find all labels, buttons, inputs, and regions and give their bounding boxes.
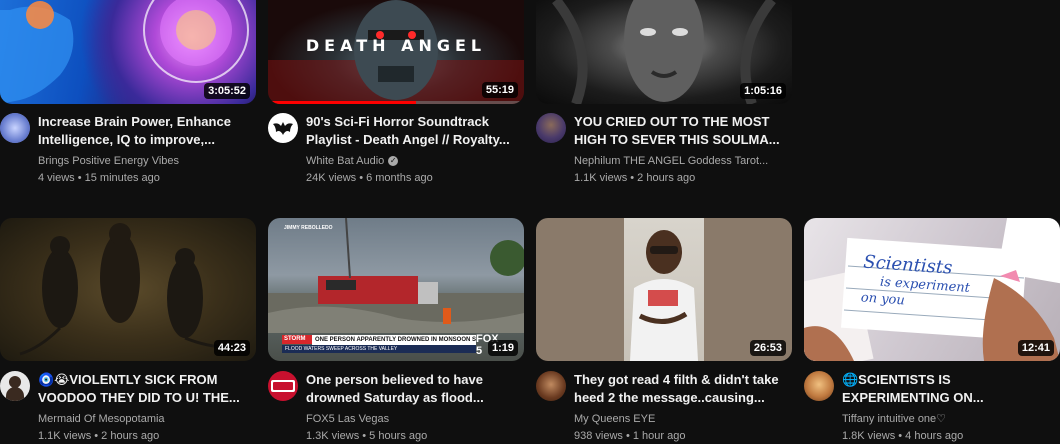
video-stats: 938 views • 1 hour ago: [574, 430, 686, 442]
video-duration: 12:41: [1017, 340, 1054, 356]
channel-avatar[interactable]: [536, 371, 566, 401]
video-thumbnail[interactable]: Scientists is experiment on you 12:41: [804, 218, 1060, 361]
channel-avatar[interactable]: [536, 113, 566, 143]
video-thumbnail[interactable]: 3:05:52: [0, 0, 256, 104]
channel-avatar[interactable]: [804, 371, 834, 401]
video-stats: 1.1K views • 2 hours ago: [38, 430, 160, 442]
video-title[interactable]: YOU CRIED OUT TO THE MOST HIGH TO SEVER …: [574, 113, 784, 149]
channel-avatar[interactable]: [268, 113, 298, 143]
news-lower-third: STORM ONE PERSON APPARENTLY DROWNED IN M…: [282, 333, 520, 357]
video-stats: 24K views • 6 months ago: [306, 172, 433, 184]
video-stats: 1.8K views • 4 hours ago: [842, 430, 964, 442]
verified-check-icon: ✓: [388, 156, 399, 167]
video-duration: 26:53: [749, 340, 786, 356]
lower-third-headline: ONE PERSON APPARENTLY DROWNED IN MONSOON…: [312, 335, 476, 345]
video-title[interactable]: One person believed to have drowned Satu…: [306, 371, 516, 407]
video-thumbnail[interactable]: 44:23: [0, 218, 256, 361]
channel-name[interactable]: FOX5 Las Vegas: [306, 412, 524, 426]
channel-name-text[interactable]: White Bat Audio: [306, 155, 384, 167]
lower-third-subline: FLOOD WATERS SWEEP ACROSS THE VALLEY: [282, 345, 476, 353]
channel-avatar[interactable]: [268, 371, 298, 401]
video-title[interactable]: They got read 4 filth & didn't take heed…: [574, 371, 784, 407]
video-thumbnail[interactable]: 26:53: [536, 218, 792, 361]
bat-icon: [273, 122, 293, 135]
video-title[interactable]: 🧿😭VIOLENTLY SICK FROM VOODOO THEY DID TO…: [38, 371, 248, 407]
channel-name[interactable]: Tiffany intuitive one♡: [842, 412, 1060, 426]
video-stats: 1.3K views • 5 hours ago: [306, 430, 428, 442]
video-duration: 1:05:16: [740, 83, 786, 99]
video-stats: 4 views • 15 minutes ago: [38, 172, 160, 184]
video-thumbnail[interactable]: 1:05:16: [536, 0, 792, 104]
reporter-tag: JIMMY REBOLLEDO: [284, 225, 333, 231]
video-duration: 55:19: [481, 82, 518, 98]
video-title[interactable]: 🌐SCIENTISTS IS EXPERIMENTING ON...: [842, 371, 1052, 407]
video-duration: 44:23: [213, 340, 250, 356]
video-thumbnail[interactable]: JIMMY REBOLLEDO STORM ONE PERSON APPAREN…: [268, 218, 524, 361]
channel-avatar[interactable]: [0, 113, 30, 143]
channel-name[interactable]: Mermaid Of Mesopotamia: [38, 412, 256, 426]
channel-name[interactable]: White Bat Audio ✓: [306, 154, 524, 168]
thumbnail-text: DEATH ANGEL: [305, 36, 487, 55]
video-duration: 3:05:52: [204, 83, 250, 99]
channel-name[interactable]: My Queens EYE: [574, 412, 792, 426]
video-stats: 1.1K views • 2 hours ago: [574, 172, 696, 184]
handwritten-note: Scientists is experiment on you: [860, 251, 1023, 317]
channel-name[interactable]: Nephilum THE ANGEL Goddess Tarot...: [574, 154, 792, 168]
channel-name[interactable]: Brings Positive Energy Vibes: [38, 154, 256, 168]
channel-avatar[interactable]: [0, 371, 30, 401]
video-title[interactable]: 90's Sci-Fi Horror Soundtrack Playlist -…: [306, 113, 516, 149]
video-duration: 1:19: [487, 340, 518, 356]
storm-tag: STORM: [282, 335, 312, 344]
video-thumbnail[interactable]: DEATH ANGEL 55:19: [268, 0, 524, 104]
watch-progress-bar: [268, 101, 417, 104]
video-title[interactable]: Increase Brain Power, Enhance Intelligen…: [38, 113, 248, 149]
